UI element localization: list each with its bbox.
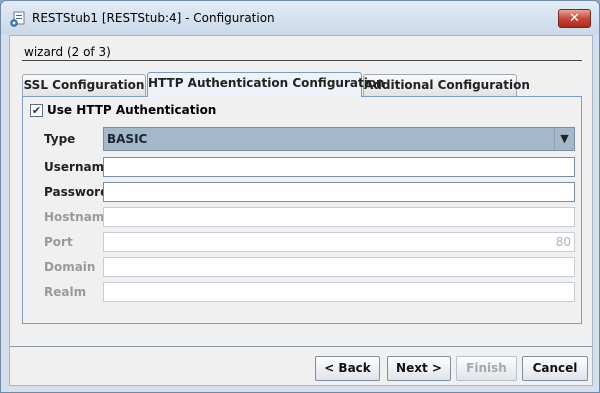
wizard-step-label: wizard (2 of 3) — [24, 45, 111, 59]
port-field: 80 — [103, 232, 575, 252]
tab-additional-configuration[interactable]: Additional Configuration — [363, 74, 530, 96]
close-icon: ✕ — [569, 11, 580, 26]
back-button[interactable]: < Back — [315, 356, 380, 381]
close-button[interactable]: ✕ — [558, 9, 591, 28]
http-auth-panel: ✔ Use HTTP Authentication Type BASIC ▼ U… — [22, 96, 582, 324]
window-title: RESTStub1 [RESTStub:4] - Configuration — [32, 11, 275, 25]
title-bar[interactable]: RESTStub1 [RESTStub:4] - Configuration ✕ — [1, 1, 599, 35]
use-http-auth-checkbox[interactable]: ✔ — [30, 104, 43, 117]
chevron-down-icon[interactable]: ▼ — [554, 128, 574, 150]
button-bar-separator — [10, 346, 592, 347]
type-select[interactable]: BASIC ▼ — [103, 127, 575, 151]
content-area: wizard (2 of 3) SSL Configuration HTTP A… — [9, 35, 593, 386]
password-label: Password — [44, 185, 109, 199]
app-icon — [10, 11, 25, 27]
realm-field — [103, 282, 575, 302]
port-label: Port — [44, 235, 73, 249]
realm-label: Realm — [44, 285, 87, 299]
type-label: Type — [44, 132, 76, 146]
password-field[interactable] — [103, 182, 575, 202]
cancel-button[interactable]: Cancel — [522, 356, 588, 381]
type-selected-value: BASIC — [107, 132, 148, 146]
hostname-field — [103, 207, 575, 227]
checkmark-icon: ✔ — [31, 104, 42, 117]
use-http-auth-label[interactable]: Use HTTP Authentication — [47, 103, 216, 117]
configuration-window: RESTStub1 [RESTStub:4] - Configuration ✕… — [0, 0, 600, 393]
domain-label: Domain — [44, 260, 96, 274]
tab-ssl-configuration[interactable]: SSL Configuration — [22, 74, 146, 96]
username-label: Username — [44, 160, 113, 174]
port-value: 80 — [555, 235, 571, 249]
tab-http-authentication-configuration[interactable]: HTTP Authentication Configuration — [147, 72, 385, 97]
domain-field — [103, 257, 575, 277]
wizard-divider — [22, 60, 582, 61]
finish-button[interactable]: Finish — [456, 356, 517, 381]
next-button[interactable]: Next > — [387, 356, 451, 381]
username-field[interactable] — [103, 157, 575, 177]
